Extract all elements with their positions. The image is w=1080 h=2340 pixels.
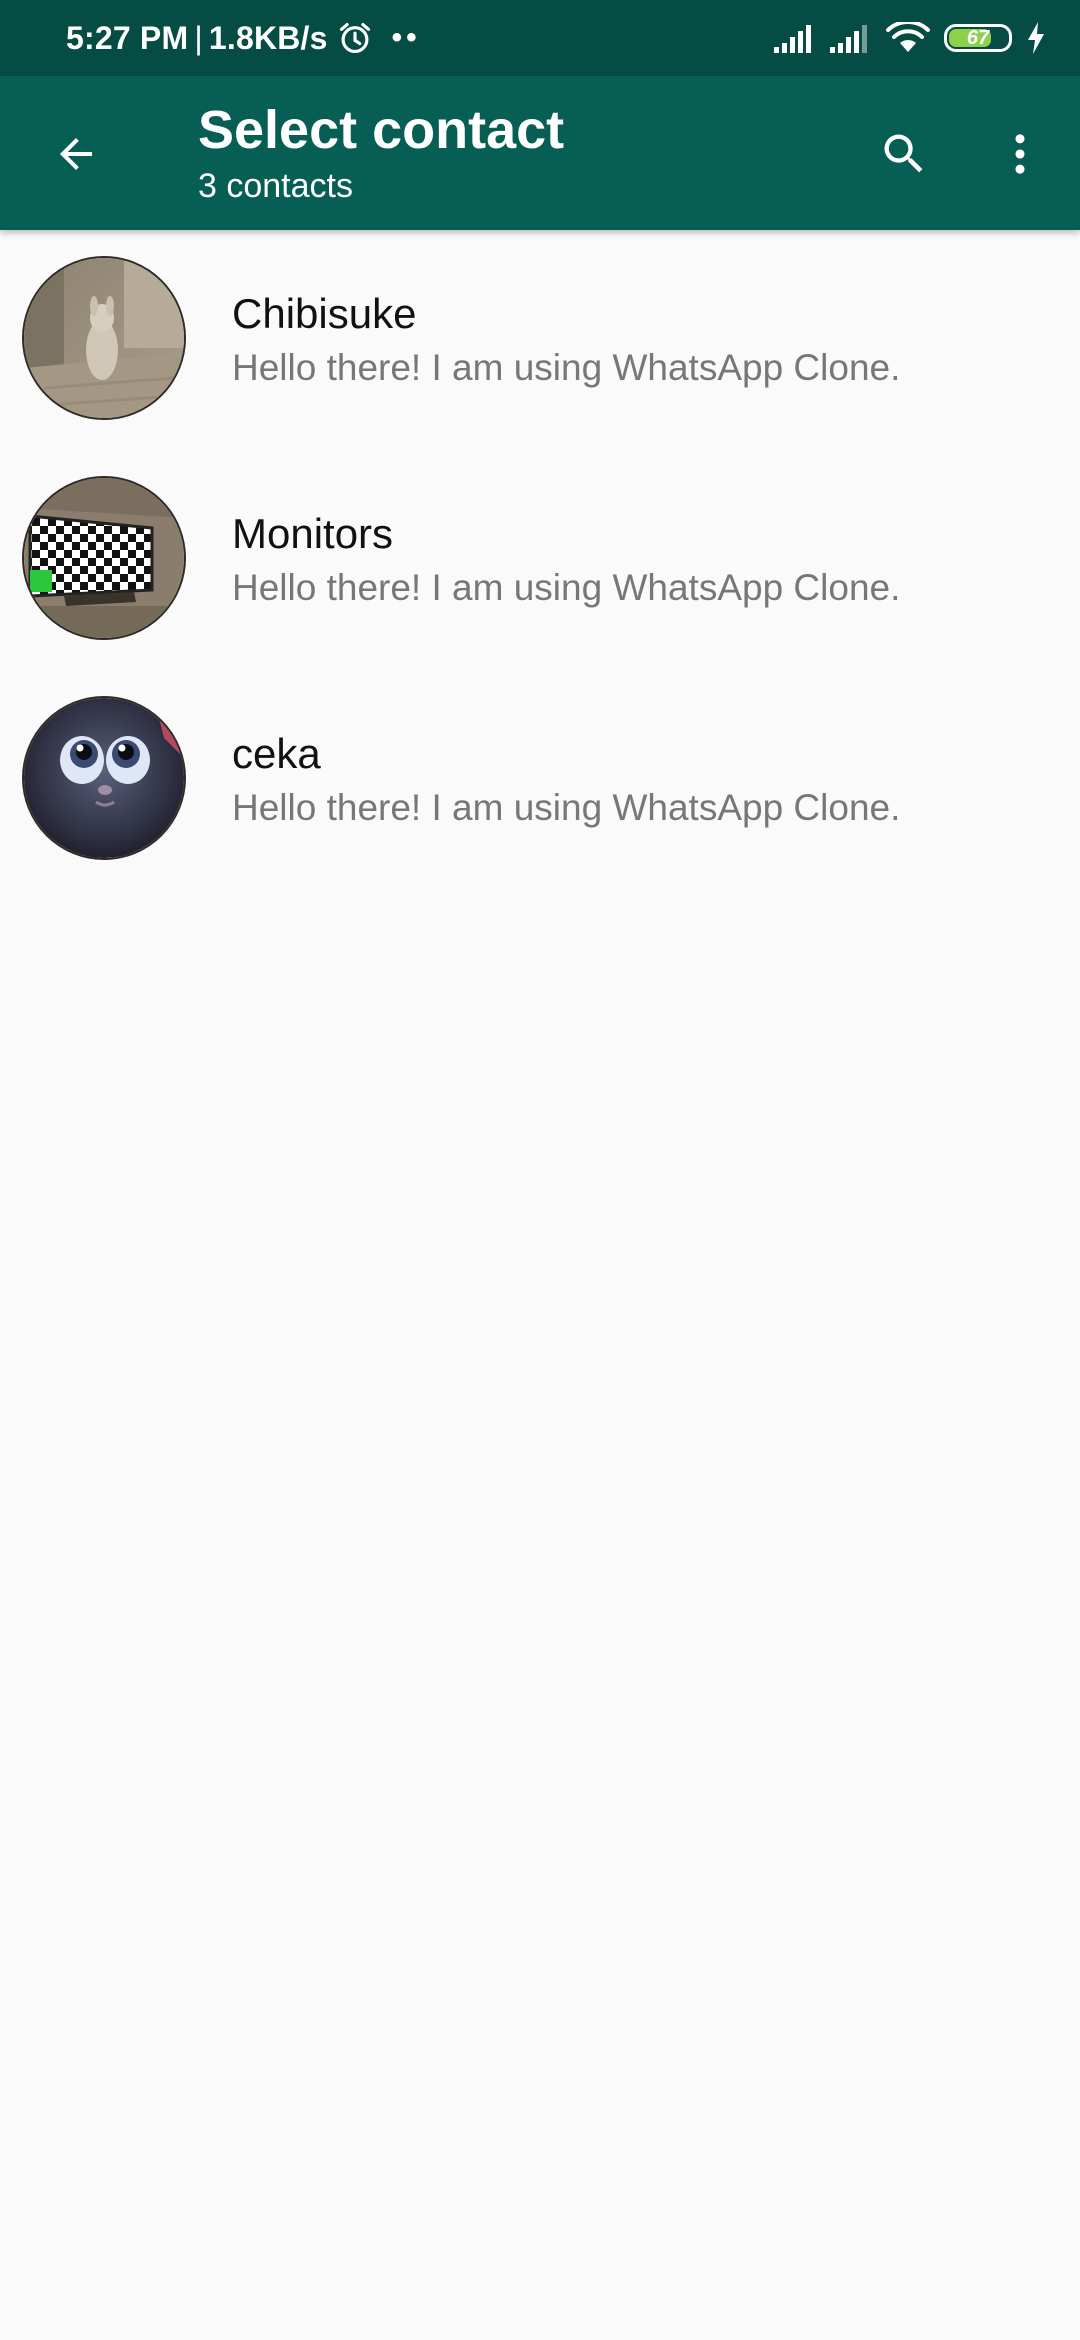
contact-name: Chibisuke bbox=[232, 290, 417, 337]
contact-name: Monitors bbox=[232, 510, 394, 557]
contact-text: Chibisuke Hello there! I am using WhatsA… bbox=[232, 288, 1060, 392]
notification-dots: •• bbox=[391, 21, 421, 54]
contact-text: Monitors Hello there! I am using WhatsAp… bbox=[232, 508, 1060, 612]
back-arrow-icon bbox=[60, 138, 92, 170]
net-speed: 1.8KB/s bbox=[208, 19, 328, 56]
contact-count: 3 contacts bbox=[198, 167, 353, 205]
contact-row[interactable]: ceka Hello there! I am using WhatsApp Cl… bbox=[0, 670, 1080, 890]
signal-icon bbox=[774, 25, 811, 53]
status-left: 5:27 PM | 1.8KB/s •• bbox=[66, 0, 421, 76]
contact-status: Hello there! I am using WhatsApp Clone. bbox=[232, 347, 901, 388]
contact-row[interactable]: Monitors Hello there! I am using WhatsAp… bbox=[0, 450, 1080, 670]
contact-list: Chibisuke Hello there! I am using WhatsA… bbox=[0, 230, 1080, 890]
contact-name: ceka bbox=[232, 730, 321, 777]
avatar-image bbox=[24, 478, 184, 638]
signal-icon bbox=[830, 25, 867, 53]
title-block: Select contact 3 contacts bbox=[198, 98, 564, 208]
contact-status: Hello there! I am using WhatsApp Clone. bbox=[232, 787, 901, 828]
charging-icon bbox=[1028, 22, 1044, 54]
alarm-icon bbox=[339, 22, 370, 54]
app-bar: Select contact 3 contacts bbox=[0, 76, 1080, 230]
avatar bbox=[22, 696, 186, 860]
status-bar: 5:27 PM | 1.8KB/s •• 67 bbox=[0, 0, 1080, 76]
contact-status: Hello there! I am using WhatsApp Clone. bbox=[232, 567, 901, 608]
search-icon bbox=[884, 134, 923, 173]
page-title: Select contact bbox=[198, 100, 565, 160]
battery-level: 67 bbox=[966, 26, 990, 49]
avatar-image bbox=[24, 258, 184, 418]
wifi-icon bbox=[886, 22, 930, 52]
avatar-image bbox=[24, 698, 184, 858]
avatar bbox=[22, 256, 186, 420]
status-separator: | bbox=[194, 19, 203, 56]
contact-row[interactable]: Chibisuke Hello there! I am using WhatsA… bbox=[0, 230, 1080, 450]
more-options-button[interactable] bbox=[982, 116, 1058, 192]
status-time: 5:27 PM bbox=[66, 19, 189, 56]
battery-icon: 67 bbox=[944, 24, 1012, 52]
avatar bbox=[22, 476, 186, 640]
status-right: 67 bbox=[774, 0, 1046, 76]
search-button[interactable] bbox=[866, 116, 942, 192]
back-button[interactable] bbox=[34, 116, 118, 192]
more-vert-icon bbox=[1015, 134, 1025, 174]
contact-text: ceka Hello there! I am using WhatsApp Cl… bbox=[232, 728, 1060, 832]
